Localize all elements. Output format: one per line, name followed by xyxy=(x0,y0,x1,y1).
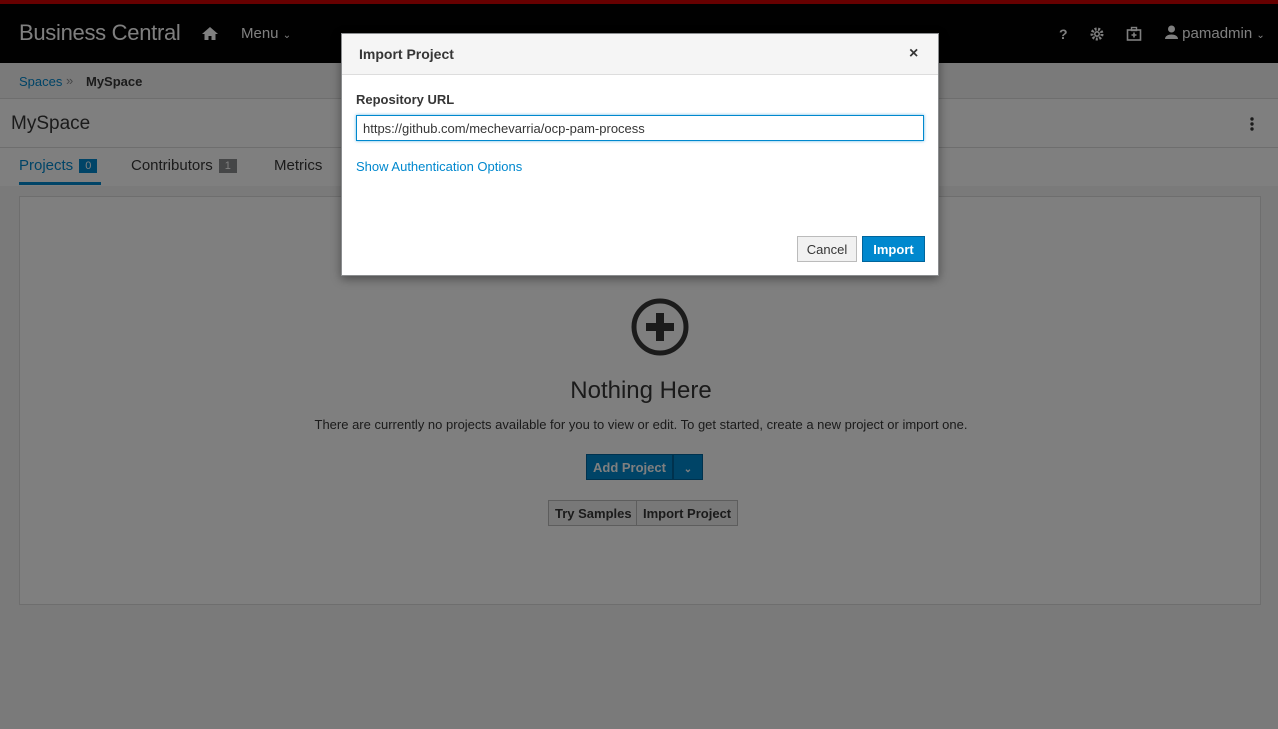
repository-url-label: Repository URL xyxy=(356,92,455,107)
import-project-modal: Import Project × Repository URL Show Aut… xyxy=(341,33,939,276)
modal-title: Import Project xyxy=(359,46,454,62)
import-button[interactable]: Import xyxy=(862,236,925,262)
repository-url-input[interactable] xyxy=(356,115,924,141)
modal-header: Import Project × xyxy=(342,34,938,75)
close-icon[interactable]: × xyxy=(909,45,918,63)
cancel-button[interactable]: Cancel xyxy=(797,236,857,262)
show-auth-options-link[interactable]: Show Authentication Options xyxy=(356,159,522,174)
